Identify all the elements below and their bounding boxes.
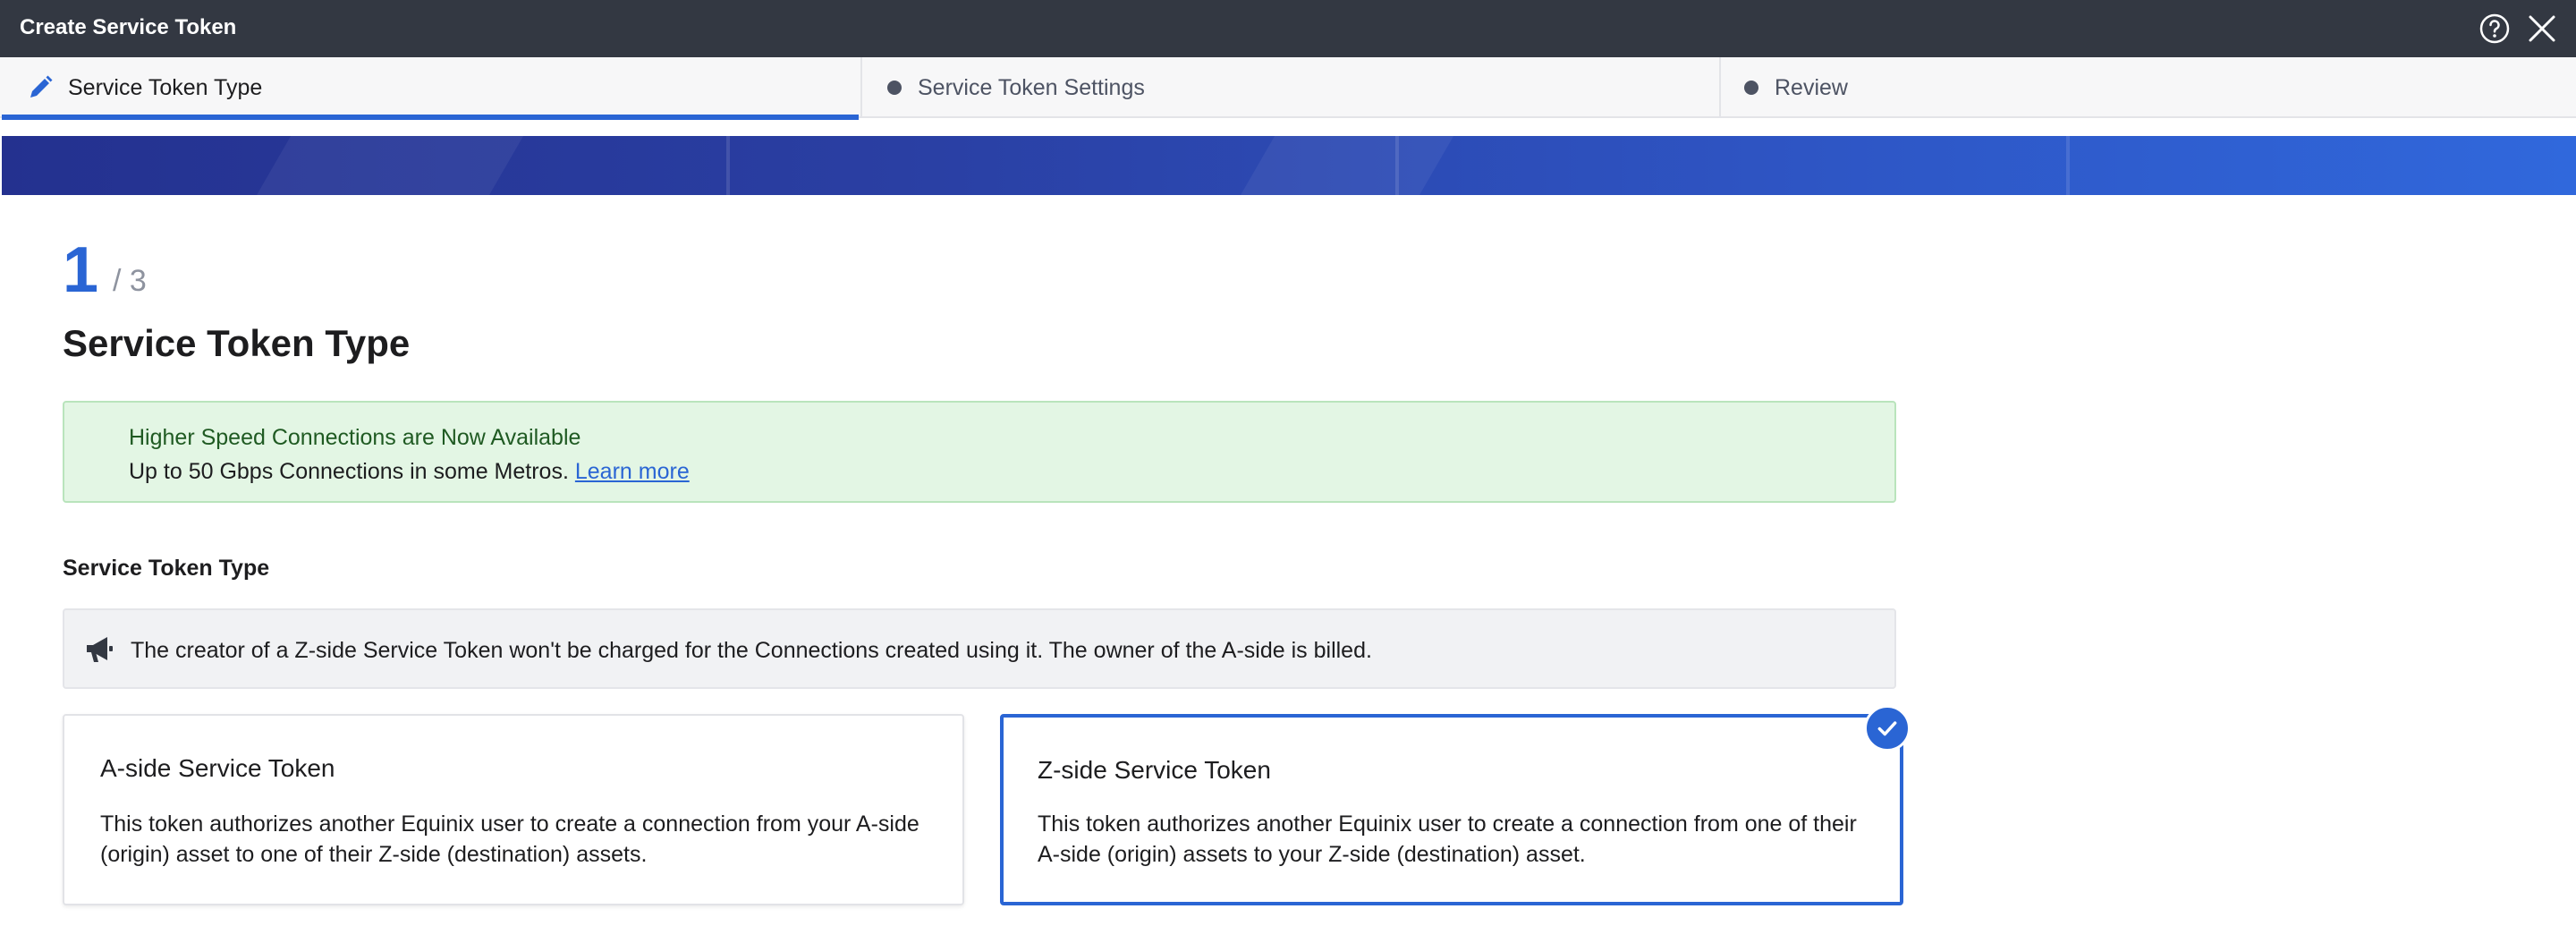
notice-body: Up to 50 Gbps Connections in some Metros…: [129, 458, 690, 485]
section-label: Service Token Type: [63, 556, 270, 581]
dialog-title-bar: Create Service Token: [0, 0, 2576, 57]
info-bar: The creator of a Z-side Service Token wo…: [63, 608, 1896, 689]
pencil-icon: [30, 75, 53, 98]
tab-service-token-type[interactable]: Service Token Type: [0, 57, 860, 120]
step-current: 1: [63, 234, 99, 306]
option-title: Z-side Service Token: [1038, 756, 1271, 784]
step-total: / 3: [113, 264, 147, 298]
tab-label: Service Token Type: [68, 75, 263, 100]
dialog-title: Create Service Token: [20, 15, 237, 39]
tab-label: Review: [1775, 75, 1848, 100]
notice-banner: Higher Speed Connections are Now Availab…: [63, 401, 1896, 503]
notice-body-text: Up to 50 Gbps Connections in some Metros…: [129, 459, 569, 484]
close-icon[interactable]: [2526, 13, 2558, 45]
notice-title: Higher Speed Connections are Now Availab…: [129, 425, 581, 450]
active-tab-indicator: [2, 115, 859, 120]
learn-more-link[interactable]: Learn more: [575, 459, 690, 484]
option-description: This token authorizes another Equinix us…: [1038, 811, 1857, 867]
page-title: Service Token Type: [63, 322, 411, 364]
option-card-z-side[interactable]: Z-side Service Token This token authoriz…: [1000, 714, 1903, 905]
info-text: The creator of a Z-side Service Token wo…: [131, 638, 1372, 663]
tab-review[interactable]: Review: [1719, 57, 2576, 118]
option-card-a-side[interactable]: A-side Service Token This token authoriz…: [63, 714, 964, 905]
step-tabs: Service Token Type Service Token Setting…: [0, 57, 2576, 120]
megaphone-icon: [87, 637, 113, 662]
tab-label: Service Token Settings: [918, 75, 1145, 100]
option-description: This token authorizes another Equinix us…: [100, 811, 919, 867]
dot-icon: [1744, 81, 1758, 95]
option-title: A-side Service Token: [100, 754, 335, 782]
tab-service-token-settings[interactable]: Service Token Settings: [860, 57, 1719, 118]
dot-icon: [887, 81, 902, 95]
selected-check-icon: [1864, 705, 1911, 752]
help-circle-icon[interactable]: [2479, 13, 2510, 44]
header-banner: [2, 136, 2576, 195]
